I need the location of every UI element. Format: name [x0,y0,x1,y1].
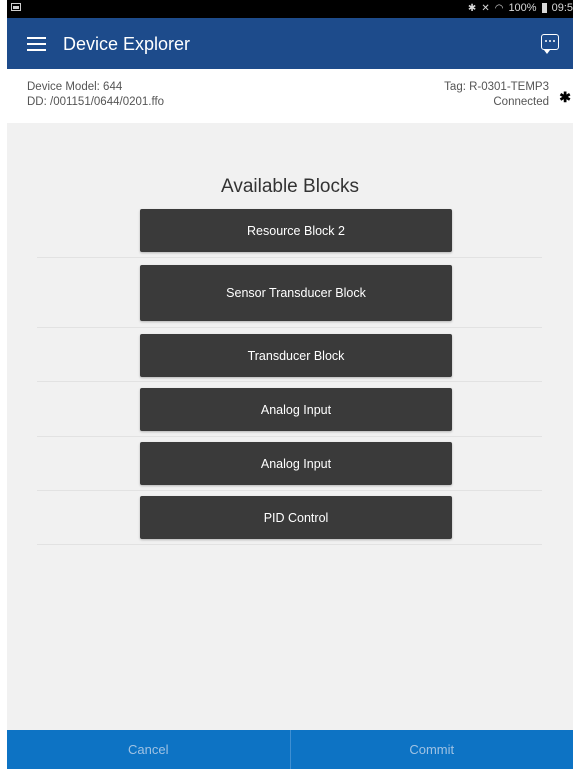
commit-button[interactable]: Commit [291,730,573,769]
divider [37,490,542,491]
app-screen: ✱ ✕ ◠ 100% 09:5 Device Explorer Device M… [7,0,573,769]
cancel-button[interactable]: Cancel [7,730,290,769]
chat-bubble-icon[interactable] [541,34,559,54]
clock: 09:5 [551,2,573,14]
divider [37,544,542,545]
device-model: Device Model: 644 [27,81,123,93]
available-blocks-heading: Available Blocks [220,176,359,197]
divider [37,327,542,328]
bluetooth-status-icon: ✱ [467,2,477,14]
block-button-pid-control[interactable]: PID Control [140,496,452,539]
block-button-resource[interactable]: Resource Block 2 [140,209,452,252]
page-title: Device Explorer [63,34,191,54]
device-tag: Tag: R-0301-TEMP3 [444,81,549,93]
block-button-analog-input-1[interactable]: Analog Input [140,388,452,431]
bluetooth-icon[interactable]: ✱ [559,89,571,106]
app-bar: Device Explorer [7,18,573,69]
status-indicators: ✱ ✕ ◠ 100% 09:5 [468,2,573,14]
block-button-transducer[interactable]: Transducer Block [140,334,452,377]
device-info-panel: Device Model: 644 DD: /001151/0644/0201.… [7,69,573,123]
divider [37,257,542,258]
wifi-icon: ◠ [494,2,504,14]
divider [37,381,542,382]
block-button-sensor-transducer[interactable]: Sensor Transducer Block [140,265,452,321]
gallery-notification-icon [11,3,21,11]
divider [37,436,542,437]
block-button-analog-input-2[interactable]: Analog Input [140,442,452,485]
action-bar: Cancel Commit [7,730,573,769]
battery-icon [541,3,547,13]
mute-icon: ✕ [481,2,490,14]
status-bar: ✱ ✕ ◠ 100% 09:5 [7,0,573,18]
connection-status: Connected [493,96,549,108]
battery-percent: 100% [508,2,537,14]
device-dd-path: DD: /001151/0644/0201.ffo [27,96,165,108]
hamburger-menu-icon[interactable] [27,35,47,51]
